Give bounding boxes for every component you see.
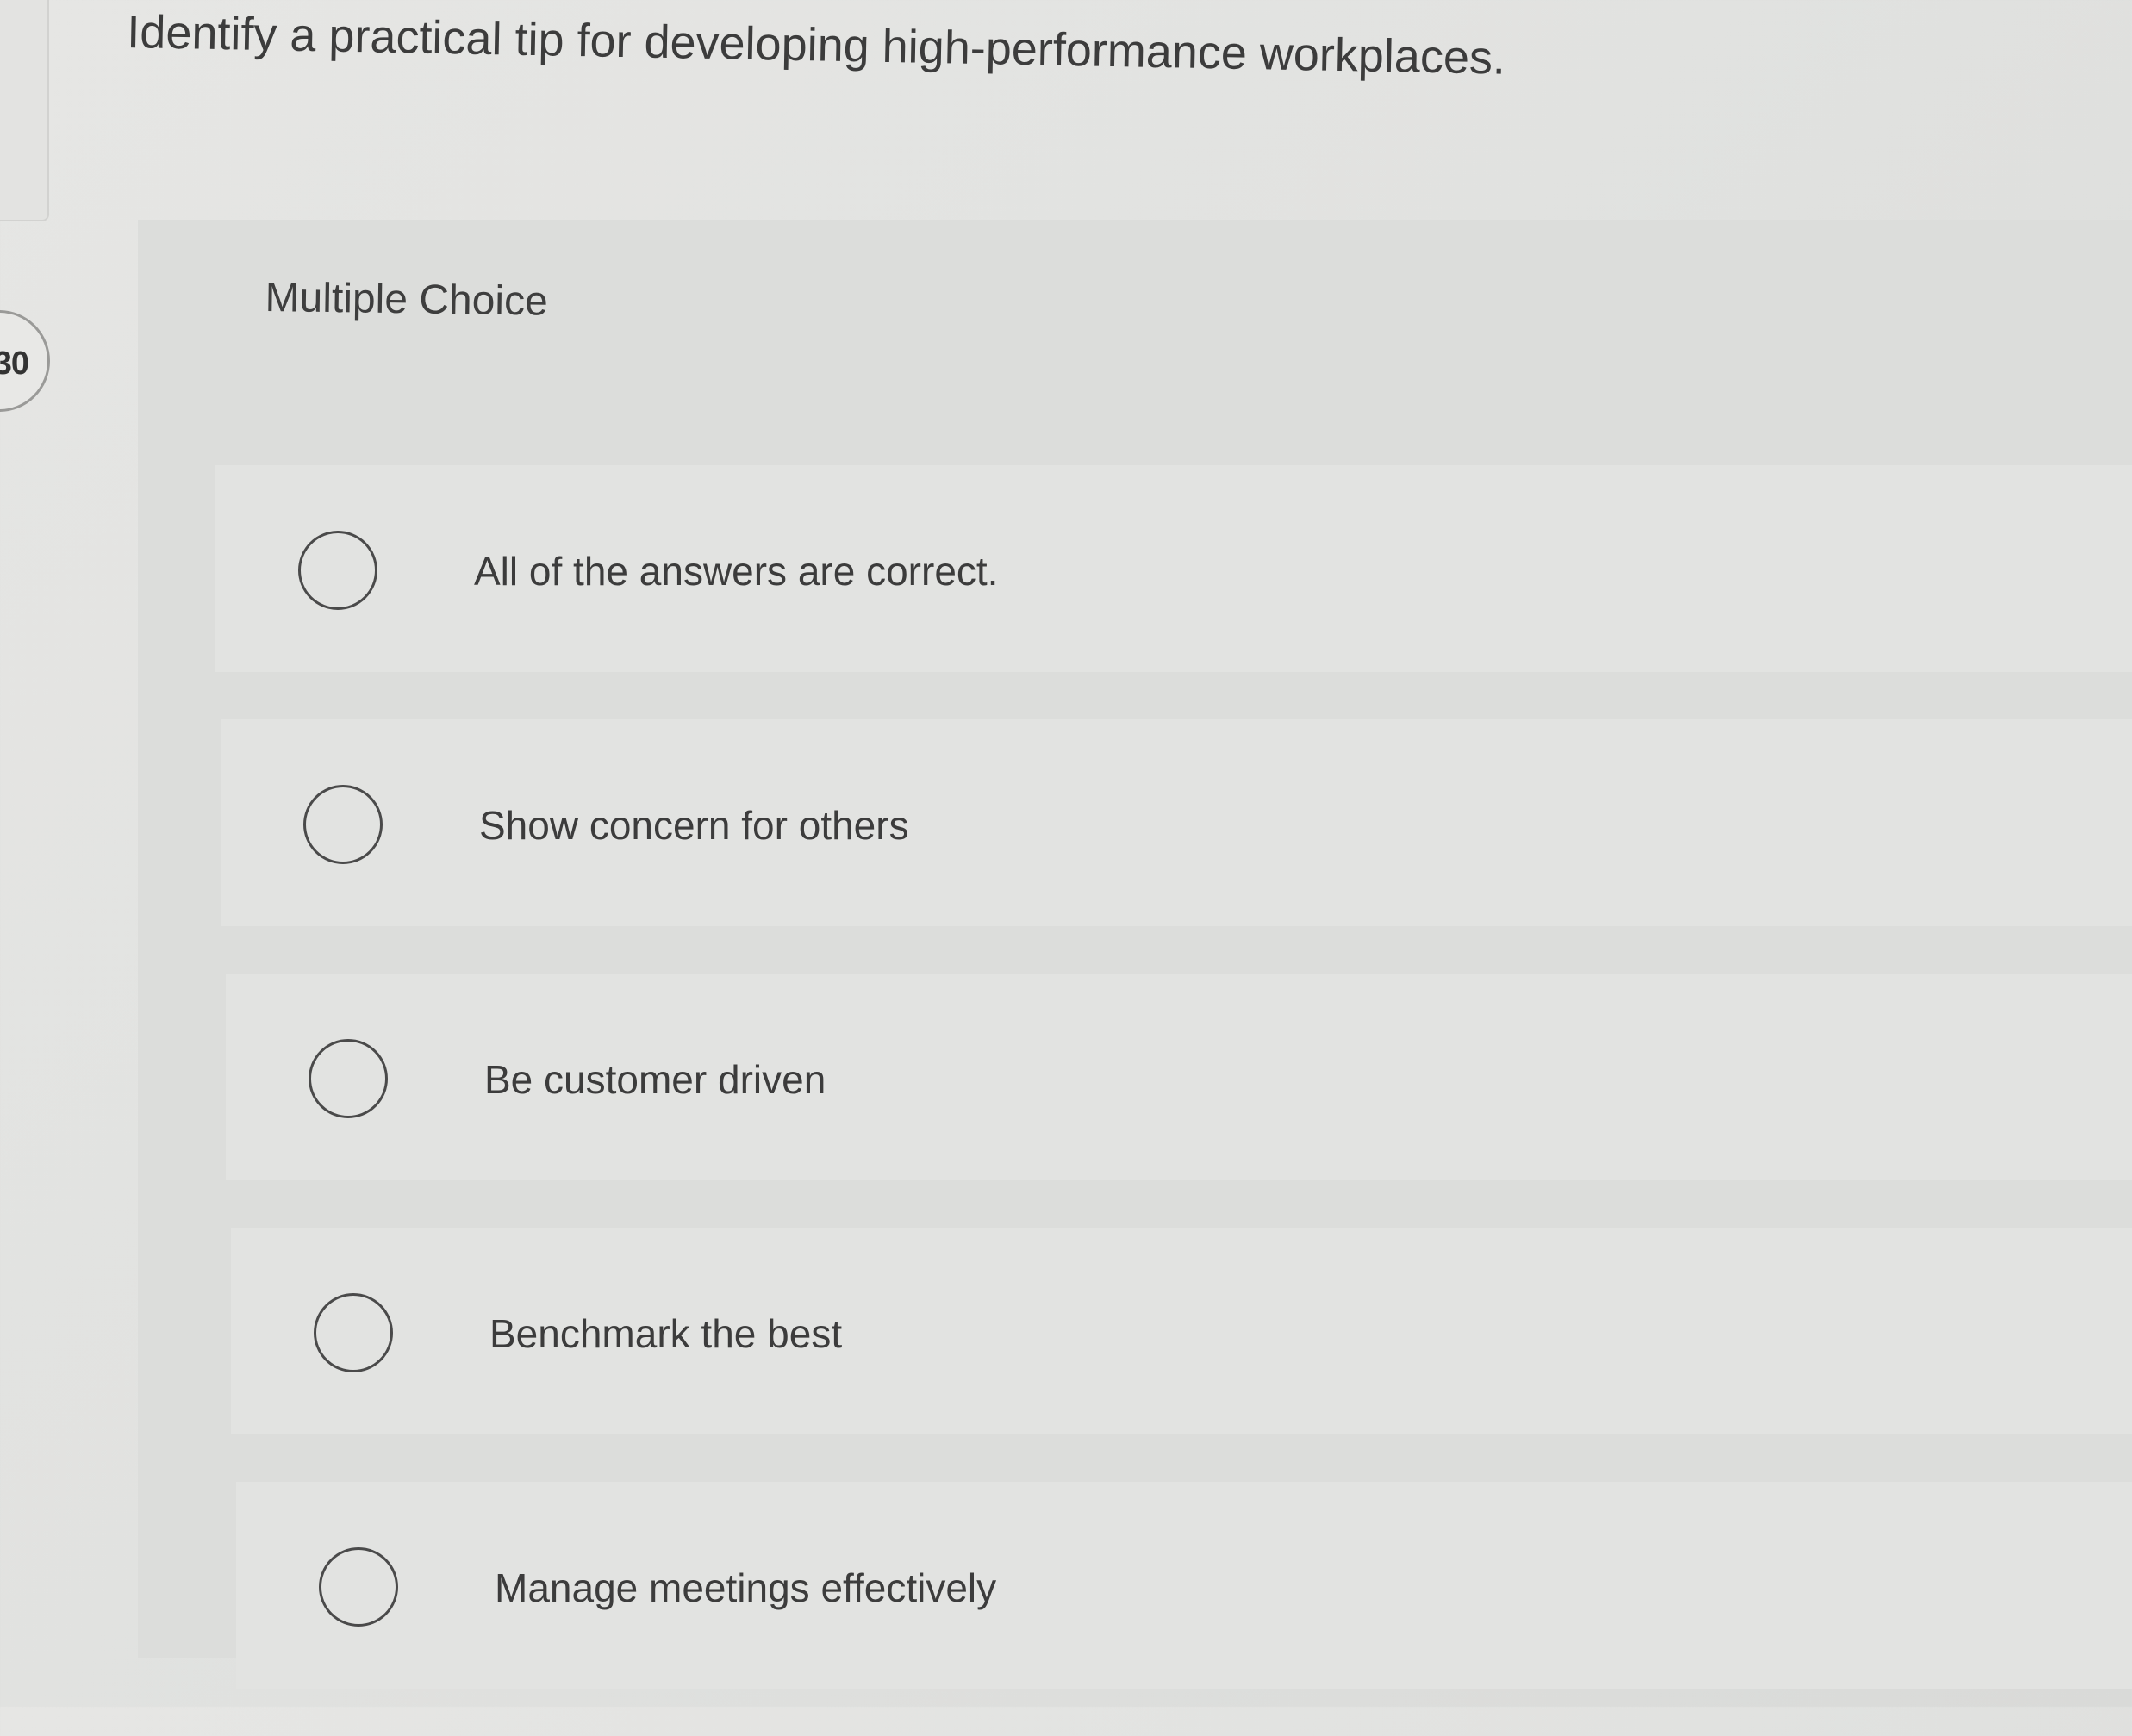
choice-option-show-concern[interactable]: Show concern for others <box>221 719 2132 926</box>
choice-label: Show concern for others <box>479 803 909 848</box>
choice-label: Benchmark the best <box>489 1311 843 1356</box>
question-type-label: Multiple Choice <box>265 274 549 325</box>
question-number-badge[interactable]: 30 <box>0 310 50 412</box>
choice-option-benchmark[interactable]: Benchmark the best <box>231 1228 2132 1434</box>
choice-option-manage-meetings[interactable]: Manage meetings effectively <box>236 1482 2132 1689</box>
choice-option-customer-driven[interactable]: Be customer driven <box>226 974 2132 1180</box>
question-number: 30 <box>0 345 29 382</box>
choice-label: Manage meetings effectively <box>495 1565 997 1610</box>
radio-button[interactable] <box>298 531 377 610</box>
radio-button[interactable] <box>309 1039 388 1118</box>
choice-label: Be customer driven <box>484 1057 826 1102</box>
choice-list: All of the answers are correct. Show con… <box>215 465 2132 1736</box>
radio-button[interactable] <box>303 785 383 864</box>
question-prompt: Identify a practical tip for developing … <box>126 5 1506 84</box>
left-sidebar-edge <box>0 0 49 221</box>
choice-label: All of the answers are correct. <box>474 549 999 594</box>
choice-option-all-correct[interactable]: All of the answers are correct. <box>215 465 2132 672</box>
radio-button[interactable] <box>319 1547 398 1627</box>
radio-button[interactable] <box>314 1293 393 1372</box>
